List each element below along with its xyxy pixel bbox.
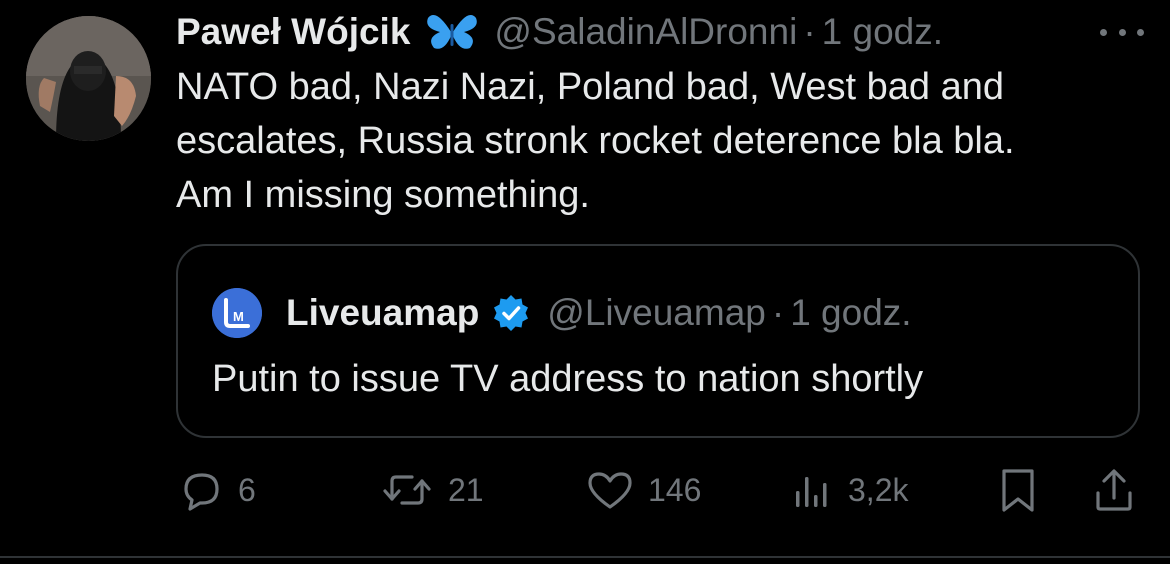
- repost-button[interactable]: 21: [378, 464, 484, 516]
- butterfly-emoji-icon: [426, 12, 478, 52]
- heart-icon: [588, 472, 632, 509]
- tweet-text: NATO bad, Nazi Nazi, Poland bad, West ba…: [176, 66, 1015, 216]
- quoted-tweet[interactable]: M Liveuamap @Liveuamap · 1 godz. Putin t…: [176, 244, 1140, 438]
- repost-icon: [383, 475, 431, 505]
- quoted-header-separator: ·: [771, 292, 785, 333]
- quoted-author-name[interactable]: Liveuamap: [286, 292, 479, 334]
- quoted-author-handle[interactable]: @Liveuamap: [547, 292, 766, 334]
- views-chart-icon: [796, 477, 827, 507]
- bookmark-button[interactable]: [996, 464, 1040, 516]
- tweet-divider: [0, 556, 1170, 558]
- reply-icon: [184, 473, 219, 511]
- reply-count: 6: [238, 471, 256, 508]
- author-avatar[interactable]: [26, 16, 151, 141]
- header-separator: ·: [803, 11, 816, 52]
- tweet[interactable]: Paweł Wójcik @SaladinAlDronni · 1 godz. …: [0, 0, 1170, 564]
- like-count: 146: [648, 471, 702, 508]
- liveuamap-logo-icon[interactable]: M: [212, 288, 262, 338]
- quoted-tweet-text: Putin to issue TV address to nation shor…: [212, 358, 924, 400]
- more-horizontal-icon[interactable]: [1100, 20, 1144, 44]
- tweet-timestamp[interactable]: 1 godz.: [822, 11, 943, 53]
- bookmark-icon: [1002, 469, 1034, 512]
- tweet-header: Paweł Wójcik @SaladinAlDronni · 1 godz.: [176, 6, 943, 58]
- svg-text:M: M: [233, 309, 244, 324]
- reply-button[interactable]: 6: [176, 464, 256, 516]
- share-icon: [1096, 469, 1132, 511]
- views-button[interactable]: 3,2k: [790, 464, 908, 516]
- repost-count: 21: [448, 471, 484, 508]
- view-count: 3,2k: [848, 471, 909, 508]
- share-button[interactable]: [1090, 464, 1138, 516]
- quoted-tweet-header: M Liveuamap @Liveuamap · 1 godz.: [212, 288, 912, 338]
- avatar-image: [26, 16, 151, 141]
- author-name[interactable]: Paweł Wójcik: [176, 11, 410, 53]
- action-bar: 6 21 146 3,2k: [0, 464, 1170, 516]
- quoted-timestamp[interactable]: 1 godz.: [790, 292, 911, 334]
- like-button[interactable]: 146: [584, 464, 701, 516]
- author-handle[interactable]: @SaladinAlDronni: [494, 11, 797, 53]
- verified-badge-icon: [491, 293, 531, 333]
